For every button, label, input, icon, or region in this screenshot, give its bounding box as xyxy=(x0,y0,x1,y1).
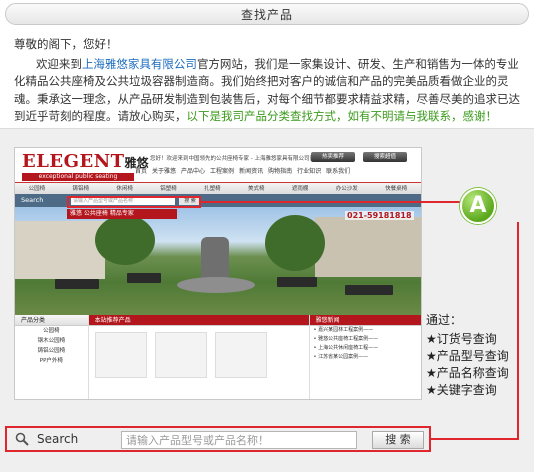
mini-cat: 铝塑椅 xyxy=(160,186,177,192)
hero-bench xyxy=(127,273,161,283)
mini-cat: 遮雨棚 xyxy=(291,186,309,192)
mini-nav-item: 关于雅悠 xyxy=(152,168,177,175)
search-input[interactable] xyxy=(121,431,357,449)
mini-category-list: 公园椅 钢木公园椅 铸铝公园椅 PP户外椅 xyxy=(15,326,88,366)
mini-nav: 首页 关于雅悠 产品中心 工程案例 新闻资讯 购物指南 行业知识 联系我们 xyxy=(135,166,350,175)
search-button[interactable]: 搜 索 xyxy=(372,431,424,449)
logo-en: ELEGENT xyxy=(22,151,125,172)
connector-line xyxy=(201,201,460,203)
mini-recommend-title: 本站推荐产品 xyxy=(88,315,309,326)
intro-text: 尊敬的阁下，您好！ 欢迎来到上海雅悠家具有限公司官方网站，我们是一家集设计、研发… xyxy=(14,36,522,126)
mini-nav-item: 联系我们 xyxy=(326,168,351,175)
mini-content-row: 产品分类 公园椅 钢木公园椅 铸铝公园椅 PP户外椅 本站推荐产品 雅悠新闻 •… xyxy=(15,315,421,399)
website-screenshot: ELEGENT雅悠 exceptional public seating • 您… xyxy=(14,147,422,400)
mini-nav-item: 行业知识 xyxy=(297,168,322,175)
mini-category-item: 公园椅 xyxy=(43,328,60,334)
hero-tree xyxy=(95,215,155,265)
hero-bench xyxy=(277,277,317,287)
mini-recommend-column: 本站推荐产品 xyxy=(88,315,310,399)
search-bar: Search 搜 索 xyxy=(5,426,431,452)
method-item: ★产品型号查询 xyxy=(426,349,509,363)
step-a-badge: A xyxy=(460,188,496,224)
connector-line xyxy=(517,222,519,440)
intro-lead: 欢迎来到 xyxy=(35,56,82,71)
mini-category-item: PP户外椅 xyxy=(39,358,63,364)
mini-cat: 铸铝椅 xyxy=(72,186,90,192)
product-thumb xyxy=(154,332,207,378)
search-methods: 通过： ★订货号查询 ★产品型号查询 ★产品名称查询 ★关键字查询 xyxy=(426,312,509,399)
mini-thumbs xyxy=(89,326,309,384)
search-label: Search xyxy=(37,432,79,446)
mini-deal-button: 搜索超值 xyxy=(363,152,407,162)
logo-tagline: exceptional public seating xyxy=(22,173,134,181)
mini-notice: • 您好！欢迎来到中国领先的公共座椅专家 - 上海雅悠家具有限公司官方网站！ xyxy=(145,156,337,162)
mini-nav-item: 产品中心 xyxy=(181,168,206,175)
mini-category-item: 铸铝公园椅 xyxy=(37,348,66,354)
hero-building xyxy=(315,217,421,277)
company-link[interactable]: 上海雅悠家具有限公司 xyxy=(82,57,197,71)
search-icon xyxy=(15,432,29,446)
mini-category-column: 产品分类 公园椅 钢木公园椅 铸铝公园椅 PP户外椅 xyxy=(15,315,89,399)
mini-nav-item: 购物指南 xyxy=(268,168,293,175)
mini-category-title: 产品分类 xyxy=(15,315,88,326)
connector-line xyxy=(431,438,519,440)
mini-news-list: • 嘉兴某园林工程案例—— • 雅悠公共座椅工程案例—— • 上海公共休闲座椅工… xyxy=(310,326,421,362)
product-thumb xyxy=(94,332,147,378)
intro-highlight: 以下是我司产品分类查找方式，如有不明请与我联系，感谢！ xyxy=(186,109,498,123)
mini-hot-button: 热卖推荐 xyxy=(311,152,355,162)
hero-tree xyxy=(265,215,325,271)
section-title-bar: 查找产品 xyxy=(5,3,529,25)
hero-bench xyxy=(345,285,393,295)
mini-news-item: • 嘉兴某园林工程案例—— xyxy=(313,327,374,333)
mini-nav-item: 工程案例 xyxy=(210,168,235,175)
mini-logo: ELEGENT雅悠 exceptional public seating xyxy=(22,151,149,181)
mini-news-item: • 上海公共休闲座椅工程—— xyxy=(313,345,379,351)
greeting: 尊敬的阁下，您好！ xyxy=(14,37,118,51)
product-thumb xyxy=(214,332,267,378)
mini-cat: 美式椅 xyxy=(248,186,265,192)
mini-cat: 公园椅 xyxy=(28,186,46,192)
mini-cat: 休闲椅 xyxy=(116,186,133,192)
mini-category-item: 钢木公园椅 xyxy=(37,338,66,344)
mini-news-title: 雅悠新闻 xyxy=(309,315,421,326)
mini-news-column: 雅悠新闻 • 嘉兴某园林工程案例—— • 雅悠公共座椅工程案例—— • 上海公共… xyxy=(309,315,421,399)
method-item: ★产品名称查询 xyxy=(426,366,509,380)
hero-bench xyxy=(55,279,99,289)
mini-news-item: • 江苏省某公园案例—— xyxy=(313,354,369,360)
mini-cat: 办公沙发 xyxy=(335,186,358,192)
mini-nav-item: 新闻资讯 xyxy=(239,168,264,175)
mini-cat: 扎塑椅 xyxy=(204,186,221,192)
hero-fountain-basin xyxy=(177,277,255,293)
mini-header: ELEGENT雅悠 exceptional public seating • 您… xyxy=(15,148,421,182)
mini-nav-item: 首页 xyxy=(135,168,148,175)
mini-category-bar: 公园椅 铸铝椅 休闲椅 铝塑椅 扎塑椅 美式椅 遮雨棚 办公沙发 快餐桌椅 xyxy=(15,182,421,194)
method-item: ★关键字查询 xyxy=(426,383,497,397)
page-title: 查找产品 xyxy=(240,8,293,22)
hero-building xyxy=(15,221,105,279)
mini-news-item: • 雅悠公共座椅工程案例—— xyxy=(313,336,379,342)
mini-cat: 快餐桌椅 xyxy=(385,186,408,192)
hero-banner: 雅悠 公共座椅 精品专家 xyxy=(67,209,177,219)
mini-search-label: Search xyxy=(21,196,44,204)
hero-phone: 021-59181818 xyxy=(345,211,414,220)
mini-hero-image: 雅悠 公共座椅 精品专家 021-59181818 xyxy=(15,207,421,315)
search-highlight-box xyxy=(67,196,201,208)
method-item: ★订货号查询 xyxy=(426,332,497,346)
methods-title: 通过： xyxy=(426,313,463,327)
